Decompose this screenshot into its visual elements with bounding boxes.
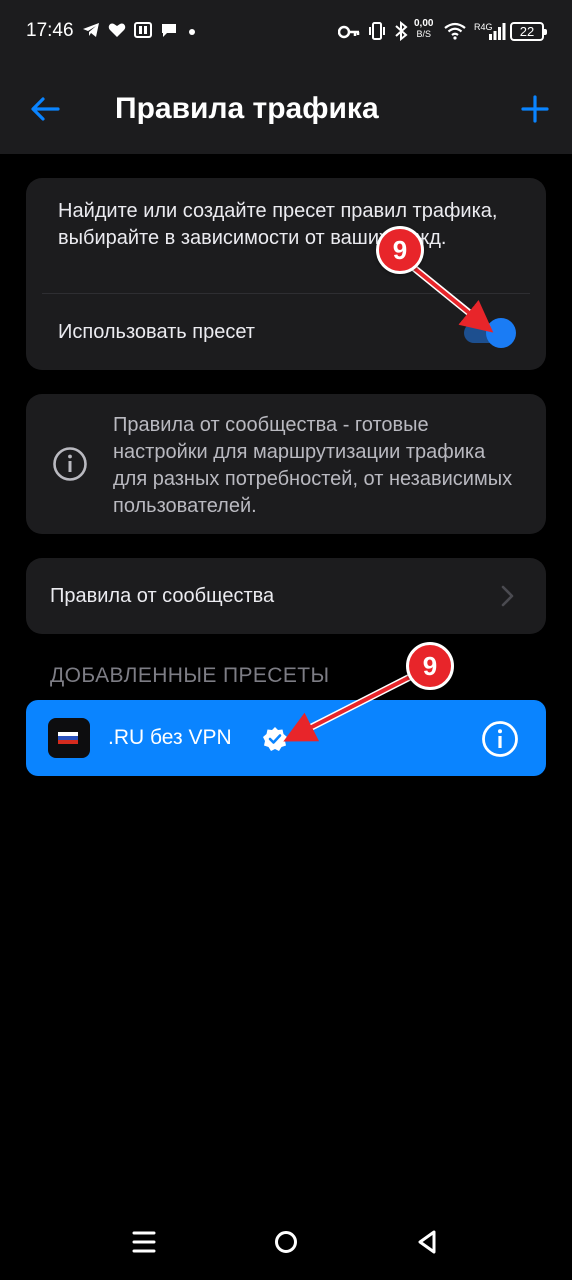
app-icon: [134, 22, 152, 38]
toggle-knob: [486, 318, 516, 348]
community-info-text: Правила от сообщества - готовые настройк…: [113, 414, 513, 517]
back-icon[interactable]: [414, 1228, 442, 1256]
dot-icon: [189, 29, 195, 35]
preset-card: Найдите или создайте пресет правил трафи…: [26, 178, 546, 370]
annotation-marker: 9: [406, 642, 454, 690]
signal-icon: [489, 23, 506, 40]
net-speed-unit: B/S: [416, 29, 431, 39]
home-icon[interactable]: [272, 1228, 300, 1256]
status-bar: 17:46 0,00 B/S R4G 22: [0, 0, 572, 64]
preset-name: .RU без VPN: [108, 726, 232, 749]
system-nav-bar: [0, 1200, 572, 1280]
chat-icon: [162, 24, 176, 37]
preset-description: Найдите или создайте пресет правил трафи…: [58, 200, 498, 249]
verified-badge-icon: [263, 727, 287, 751]
screen: 17:46 0,00 B/S R4G 22 Правила трафика На…: [0, 0, 572, 1280]
annotation-marker: 9: [376, 226, 424, 274]
preset-info-icon[interactable]: [481, 720, 519, 758]
vibrate-icon: [369, 22, 385, 40]
community-rules-row[interactable]: Правила от сообщества: [26, 558, 546, 634]
info-icon: [53, 447, 87, 481]
menu-icon[interactable]: [130, 1228, 158, 1256]
telegram-icon: [83, 23, 99, 37]
chevron-right-icon: [501, 585, 514, 607]
russia-flag-icon: [48, 718, 90, 758]
net-speed: 0,00 B/S: [414, 18, 434, 40]
net-speed-value: 0,00: [414, 18, 434, 29]
page-title: Правила трафика: [115, 92, 379, 125]
divider: [42, 293, 530, 294]
app-bar: Правила трафика: [0, 64, 572, 154]
status-time: 17:46: [26, 20, 74, 41]
arrow-left-icon[interactable]: [28, 92, 62, 126]
key-icon: [338, 25, 360, 39]
community-rules-label: Правила от сообщества: [50, 585, 275, 607]
added-presets-header: ДОБАВЛЕННЫЕ ПРЕСЕТЫ: [50, 664, 330, 687]
plus-icon[interactable]: [518, 92, 552, 126]
wifi-icon: [444, 22, 466, 40]
community-info-card: Правила от сообщества - готовые настройк…: [26, 394, 546, 534]
battery-level: 22: [519, 24, 535, 39]
use-preset-toggle[interactable]: [464, 318, 518, 348]
use-preset-label: Использовать пресет: [58, 321, 255, 343]
bluetooth-icon: [395, 21, 408, 41]
battery-icon: 22: [510, 22, 547, 41]
heart-icon: [108, 23, 126, 37]
preset-item[interactable]: .RU без VPN: [26, 700, 546, 776]
